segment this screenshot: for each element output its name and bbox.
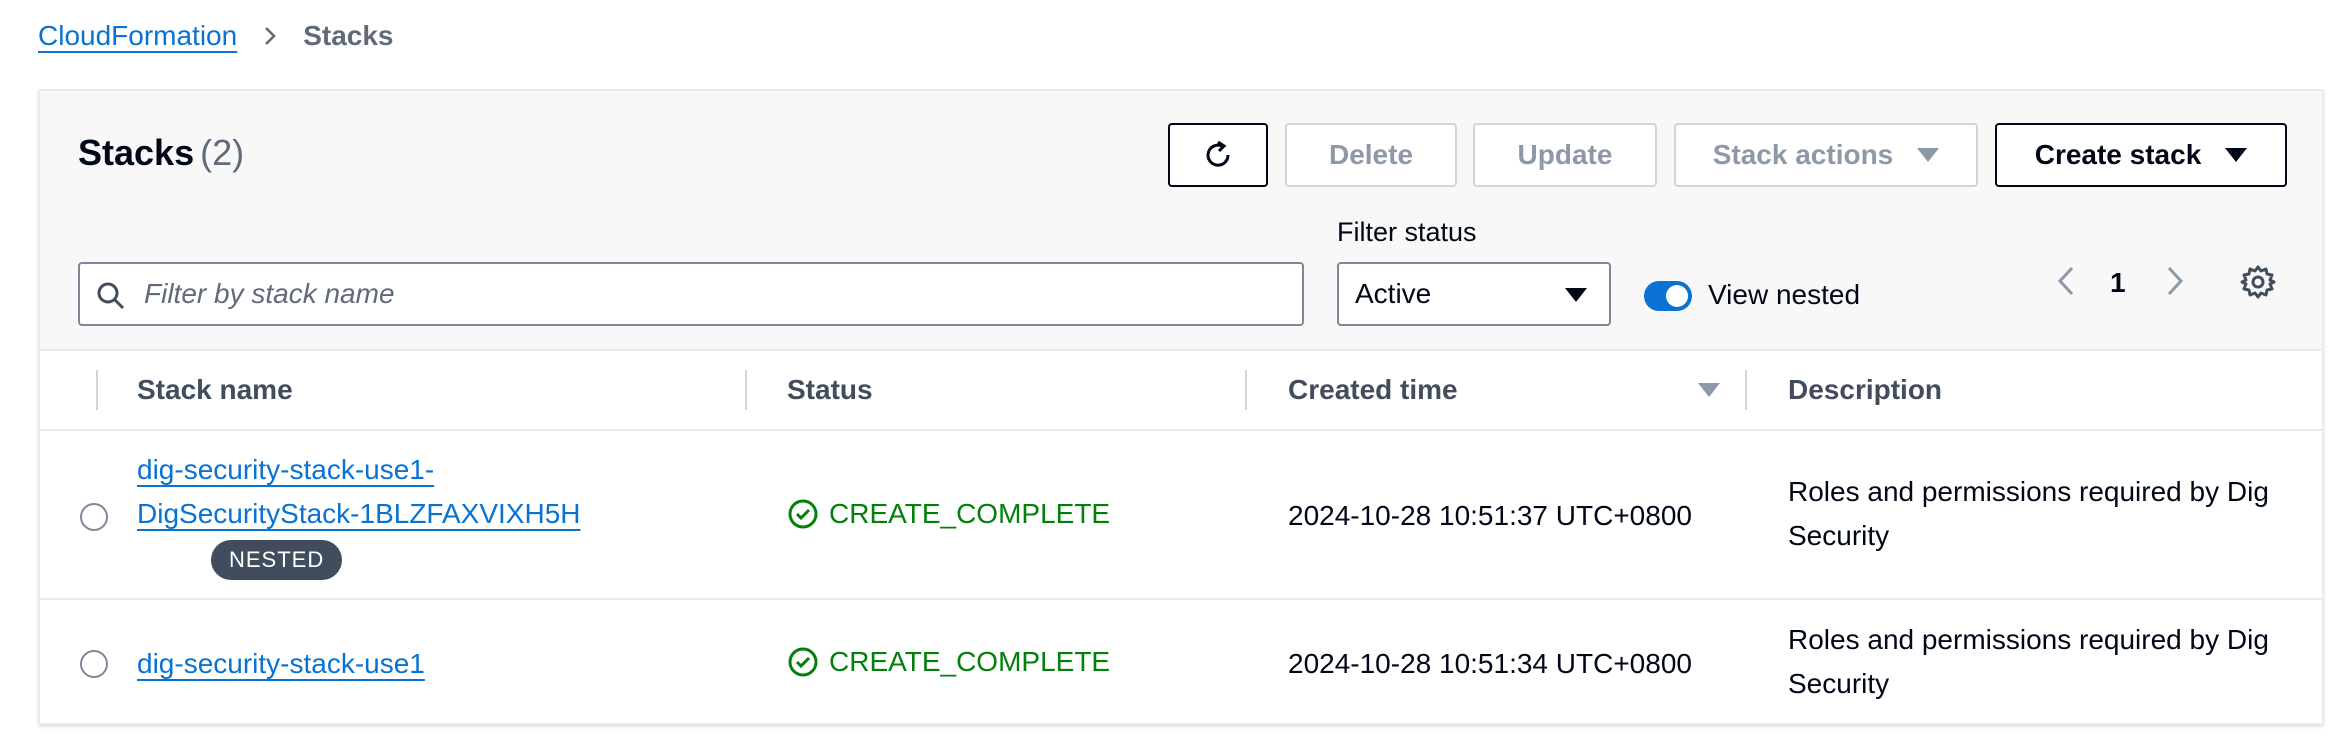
delete-label: Delete bbox=[1328, 139, 1414, 170]
column-divider bbox=[96, 370, 98, 410]
search-icon bbox=[97, 282, 125, 310]
status-success-icon bbox=[788, 499, 818, 529]
column-divider[interactable] bbox=[745, 370, 747, 410]
stack-search-field[interactable] bbox=[78, 262, 1304, 326]
row-select-radio[interactable] bbox=[80, 650, 108, 678]
stack-name-link[interactable]: dig-security-stack-use1- bbox=[137, 448, 434, 492]
caret-down-icon bbox=[1917, 148, 1940, 162]
nested-badge: NESTED bbox=[211, 540, 343, 580]
stacks-panel: Stacks (2) Delete Update Stack actions Cr… bbox=[38, 89, 2324, 725]
current-page[interactable]: 1 bbox=[2110, 267, 2126, 299]
view-nested-toggle[interactable] bbox=[1644, 281, 1692, 311]
chevron-left-icon[interactable] bbox=[2051, 263, 2081, 299]
created-time: 2024-10-28 10:51:37 UTC+0800 bbox=[1288, 500, 1692, 531]
caret-down-icon bbox=[2225, 148, 2248, 162]
toggle-knob bbox=[1666, 285, 1688, 307]
refresh-icon bbox=[1206, 140, 1230, 167]
filter-status-value: Active bbox=[1355, 278, 1432, 309]
description-line: Security bbox=[1788, 520, 1890, 551]
description-line: Roles and permissions required by Dig bbox=[1788, 476, 2269, 507]
stack-actions-label: Stack actions bbox=[1712, 139, 1894, 170]
status-badge: CREATE_COMPLETE bbox=[787, 646, 1110, 678]
breadcrumb-cloudformation-link[interactable]: CloudFormation bbox=[38, 20, 237, 52]
row-select-radio[interactable] bbox=[80, 503, 108, 531]
status-badge: CREATE_COMPLETE bbox=[787, 498, 1110, 530]
column-divider[interactable] bbox=[1245, 370, 1247, 410]
sort-descending-icon[interactable] bbox=[1698, 383, 1720, 397]
column-header-description[interactable]: Description bbox=[1788, 351, 1942, 429]
row-divider bbox=[40, 598, 2322, 600]
status-text: CREATE_COMPLETE bbox=[829, 498, 1111, 529]
breadcrumb-current: Stacks bbox=[303, 20, 394, 51]
filter-status-select[interactable]: Active bbox=[1337, 262, 1611, 326]
stack-description: Roles and permissions required by Dig Se… bbox=[1788, 618, 2308, 706]
stack-actions-button[interactable]: Stack actions bbox=[1674, 123, 1978, 187]
caret-down-icon bbox=[1565, 288, 1587, 302]
gear-icon[interactable] bbox=[2240, 264, 2276, 300]
chevron-right-icon[interactable] bbox=[2160, 263, 2190, 299]
created-time: 2024-10-28 10:51:34 UTC+0800 bbox=[1288, 648, 1692, 679]
chevron-right-icon bbox=[265, 27, 277, 45]
column-header-created-time[interactable]: Created time bbox=[1288, 351, 1458, 429]
create-stack-label: Create stack bbox=[2034, 139, 2202, 170]
search-input[interactable] bbox=[144, 264, 1284, 324]
status-text: CREATE_COMPLETE bbox=[829, 646, 1111, 677]
column-divider[interactable] bbox=[1745, 370, 1747, 410]
stack-name-link[interactable]: dig-security-stack-use1 bbox=[137, 642, 425, 686]
breadcrumb: CloudFormation Stacks bbox=[38, 16, 394, 56]
refresh-button[interactable] bbox=[1168, 123, 1268, 187]
status-success-icon bbox=[788, 647, 818, 677]
description-line: Roles and permissions required by Dig bbox=[1788, 624, 2269, 655]
stack-description: Roles and permissions required by Dig Se… bbox=[1788, 470, 2308, 558]
update-label: Update bbox=[1517, 139, 1613, 170]
title-text: Stacks bbox=[78, 132, 195, 173]
delete-button[interactable]: Delete bbox=[1285, 123, 1457, 187]
page-title: Stacks (2) bbox=[78, 132, 244, 174]
view-nested-label: View nested bbox=[1708, 279, 1861, 310]
column-header-stack-name[interactable]: Stack name bbox=[137, 351, 293, 429]
stack-name-link[interactable]: DigSecurityStack-1BLZFAXVIXH5H bbox=[137, 492, 581, 536]
header-divider bbox=[40, 429, 2322, 431]
column-header-status[interactable]: Status bbox=[787, 351, 873, 429]
description-line: Security bbox=[1788, 668, 1890, 699]
create-stack-button[interactable]: Create stack bbox=[1995, 123, 2287, 187]
filter-status-label: Filter status bbox=[1337, 217, 1477, 247]
update-button[interactable]: Update bbox=[1473, 123, 1657, 187]
stack-count: (2) bbox=[200, 132, 245, 173]
